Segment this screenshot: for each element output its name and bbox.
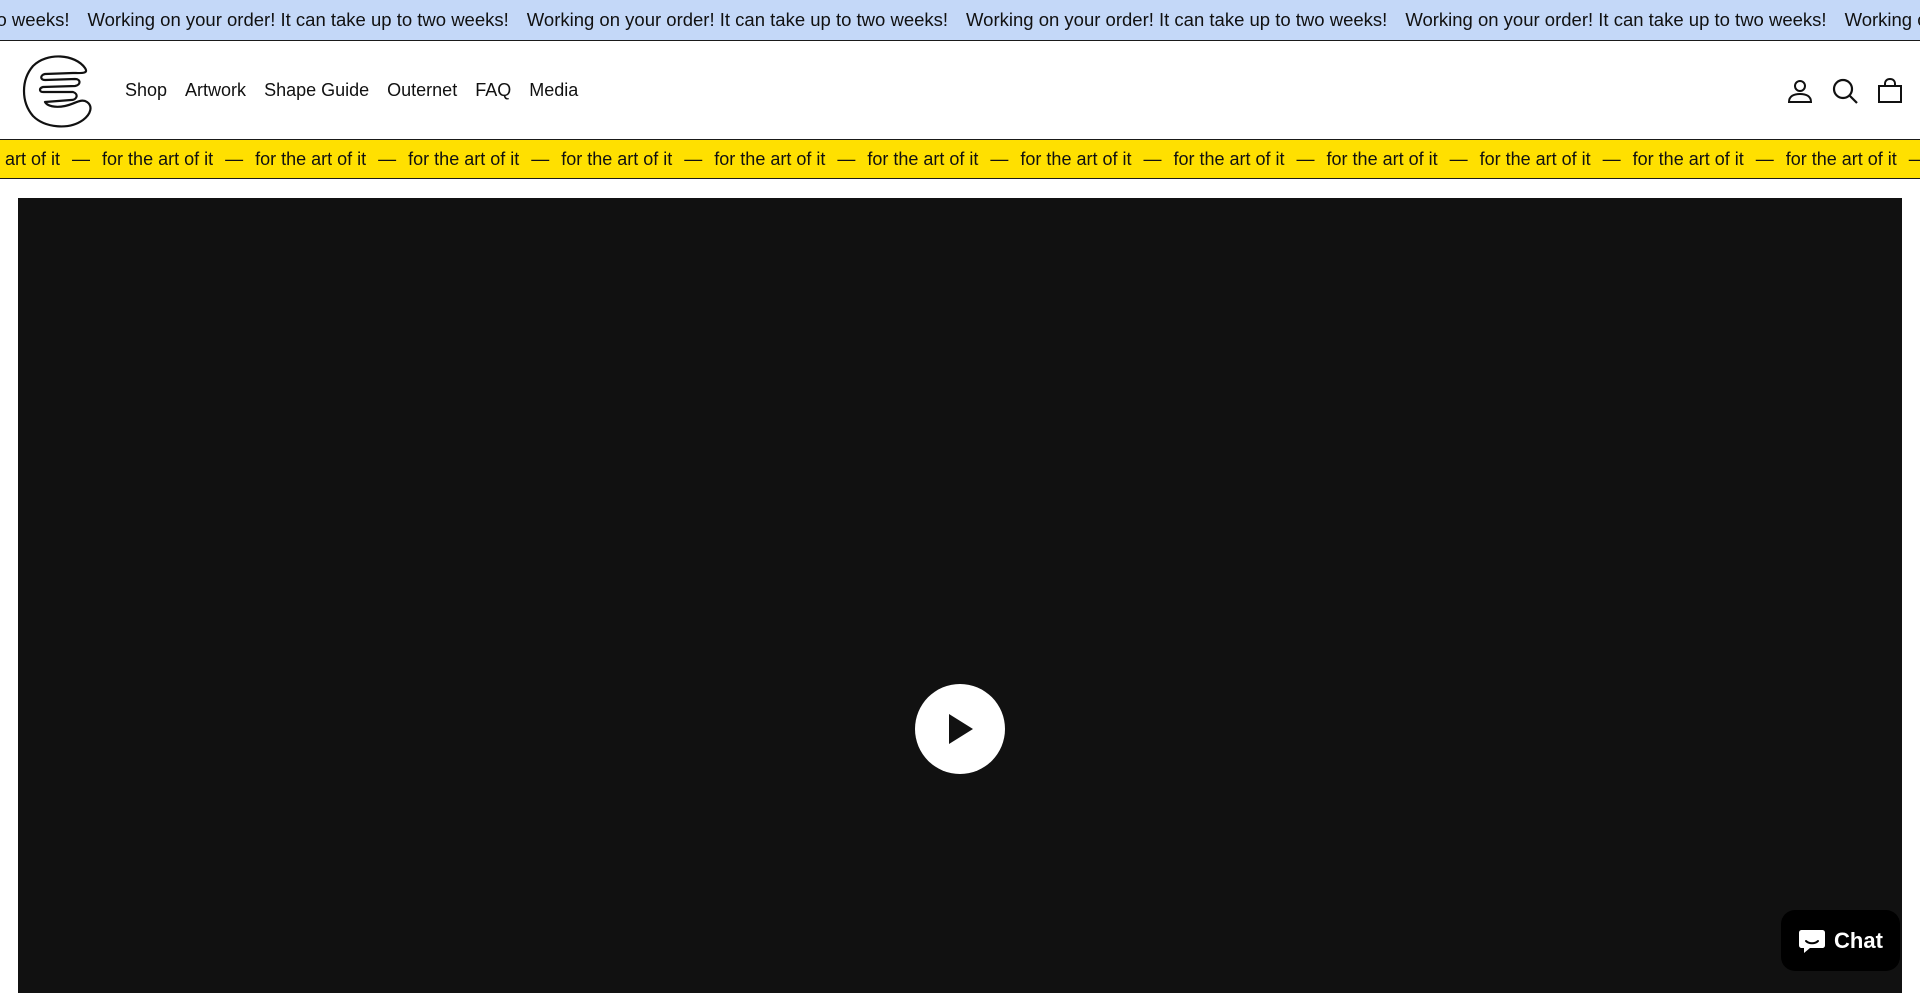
chat-button[interactable]: Chat — [1781, 910, 1900, 971]
tagline-phrase: for the art of it — [1479, 148, 1591, 169]
tagline-phrase: for the art of it — [561, 148, 673, 169]
account-icon[interactable] — [1777, 68, 1822, 113]
announcement-message: Working on — [1844, 9, 1920, 30]
play-icon — [949, 714, 973, 744]
video-player[interactable] — [18, 198, 1902, 993]
announcement-message: Working on your order! It can take up to… — [87, 9, 509, 30]
tagline-separator: — — [1296, 148, 1315, 169]
tagline-bar: r the art of it — for the art of it — for … — [0, 140, 1920, 179]
tagline-phrase: for the art of it — [1020, 148, 1132, 169]
tagline-separator: — — [990, 148, 1009, 169]
tagline-separator: — — [1143, 148, 1162, 169]
tagline-separator: — — [378, 148, 397, 169]
announcement-bar: two weeks! Working on your order! It can… — [0, 0, 1920, 41]
site-header: Shop Artwork Shape Guide Outernet FAQ Me… — [0, 41, 1920, 140]
tagline-separator: — — [837, 148, 856, 169]
tagline-separator: — — [531, 148, 550, 169]
announcement-message: Working on your order! It can take up to… — [966, 9, 1388, 30]
tagline-separator: — — [1602, 148, 1621, 169]
tagline-phrase: for the art of it — [1173, 148, 1285, 169]
tagline-track: r the art of it — for the art of it — for … — [0, 140, 1920, 178]
announcement-message: two weeks! — [0, 9, 70, 30]
nav-shop[interactable]: Shop — [125, 80, 167, 101]
chat-bubble-icon — [1799, 929, 1826, 953]
tagline-phrase: for the art of it — [867, 148, 979, 169]
tagline-separator: — — [72, 148, 91, 169]
tagline-phrase: for the art of it — [1785, 148, 1897, 169]
announcement-track: two weeks! Working on your order! It can… — [0, 0, 1920, 40]
announcement-message: Working on your order! It can take up to… — [526, 9, 949, 30]
chat-label: Chat — [1834, 927, 1883, 953]
tagline-phrase: for the art of it — [102, 148, 214, 169]
tagline-phrase: for the art of it — [1632, 148, 1744, 169]
tagline-phrase: for the art of it — [714, 148, 826, 169]
tagline-phrase: for the art of it — [1326, 148, 1438, 169]
nav-shape-guide[interactable]: Shape Guide — [264, 80, 369, 101]
tagline-separator: — — [1449, 148, 1468, 169]
tagline-separator: — — [225, 148, 244, 169]
tagline-phrase: for the art of it — [255, 148, 367, 169]
search-icon[interactable] — [1822, 68, 1867, 113]
nav-faq[interactable]: FAQ — [475, 80, 511, 101]
tagline-separator: — — [684, 148, 703, 169]
hand-c-logo-icon[interactable] — [19, 50, 99, 130]
nav-outernet[interactable]: Outernet — [387, 80, 457, 101]
cart-icon[interactable] — [1867, 68, 1912, 113]
announcement-message: Working on your order! It can take up to… — [1405, 9, 1827, 30]
header-icons — [1777, 41, 1912, 140]
tagline-separator: — — [1755, 148, 1774, 169]
tagline-phrase: for the art of it — [408, 148, 520, 169]
nav-media[interactable]: Media — [529, 80, 578, 101]
nav-artwork[interactable]: Artwork — [185, 80, 246, 101]
tagline-phrase: r the art of it — [0, 148, 61, 169]
tagline-separator: — — [1909, 149, 1920, 170]
play-button[interactable] — [915, 684, 1005, 774]
main-nav: Shop Artwork Shape Guide Outernet FAQ Me… — [125, 41, 596, 140]
